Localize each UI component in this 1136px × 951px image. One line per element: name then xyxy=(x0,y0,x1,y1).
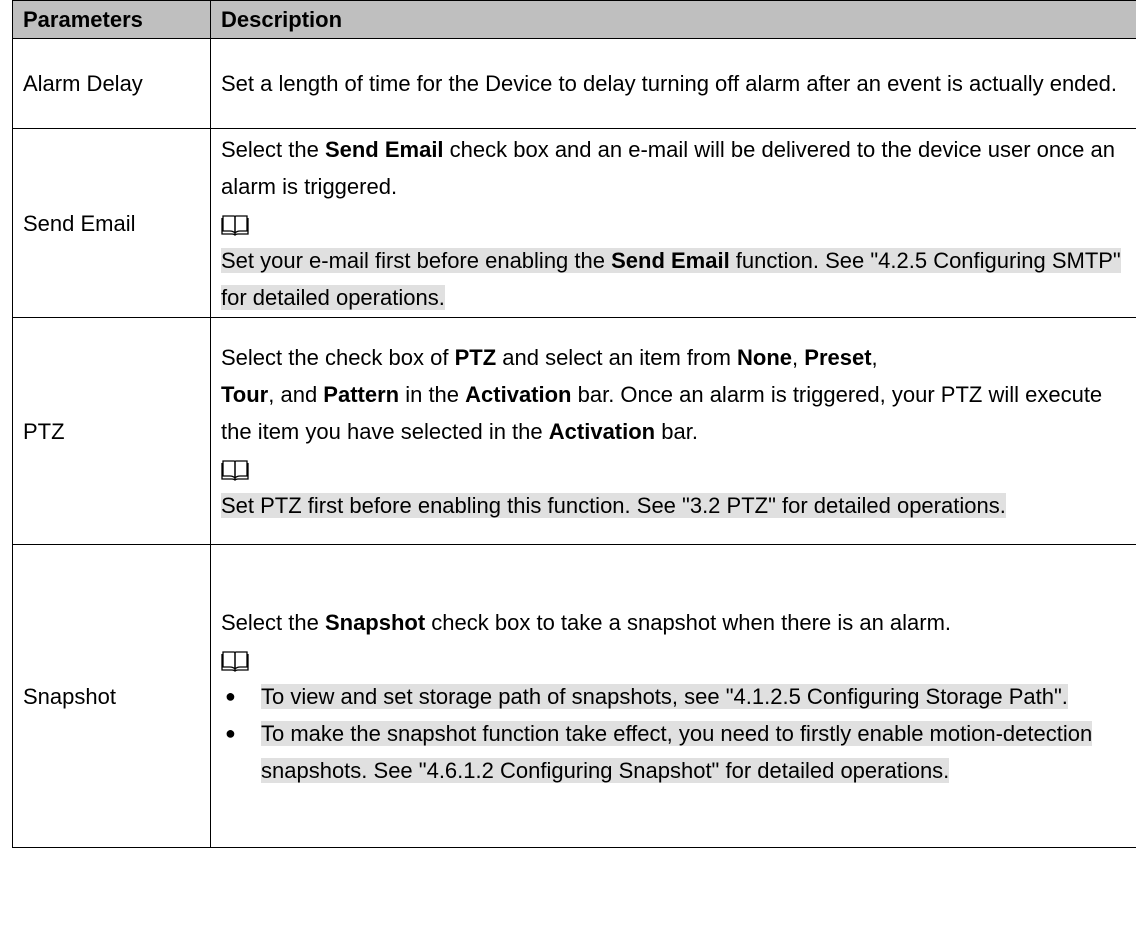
text-run: , xyxy=(792,344,805,370)
param-desc-snapshot: Select the Snapshot check box to take a … xyxy=(210,544,1136,848)
text-run: , xyxy=(871,344,878,370)
note-icon xyxy=(221,205,1134,242)
bold-term: Tour xyxy=(221,381,269,407)
bold-term: Snapshot xyxy=(324,609,426,635)
text-run: Select the xyxy=(221,136,325,162)
snapshot-description: Select the Snapshot check box to take a … xyxy=(221,604,1134,641)
bold-term: Send Email xyxy=(324,136,444,162)
bold-term: None xyxy=(737,344,793,370)
note-icon xyxy=(221,450,1134,487)
text-run: in the xyxy=(399,381,466,407)
note-text: To make the snapshot function take effec… xyxy=(261,720,1093,783)
param-name-snapshot: Snapshot xyxy=(12,544,211,848)
ptz-description: Select the check box of PTZ and select a… xyxy=(221,339,1134,450)
alarm-delay-text: Set a length of time for the Device to d… xyxy=(221,71,1117,96)
table-row-snapshot: Snapshot Select the Snapshot check box t… xyxy=(12,544,1136,848)
text-run: Set your e-mail first before enabling th… xyxy=(221,247,612,273)
text-run: Select the check box of xyxy=(221,344,455,370)
text-run: Select the xyxy=(221,609,325,635)
send-email-note: Set your e-mail first before enabling th… xyxy=(221,242,1134,316)
param-name-ptz: PTZ xyxy=(12,317,211,545)
send-email-description: Select the Send Email check box and an e… xyxy=(221,131,1134,205)
bold-term: Preset xyxy=(804,344,872,370)
param-desc-alarm-delay: Set a length of time for the Device to d… xyxy=(210,38,1136,129)
text-run: , and xyxy=(268,381,324,407)
note-text: To view and set storage path of snapshot… xyxy=(261,683,1068,709)
header-description: Description xyxy=(210,0,1136,39)
snapshot-note-list: ● To view and set storage path of snapsho… xyxy=(221,678,1134,789)
bold-term: Activation xyxy=(465,381,572,407)
note-icon xyxy=(221,641,1134,678)
note-text: Set your e-mail first before enabling th… xyxy=(221,247,1121,310)
bold-term: PTZ xyxy=(454,344,497,370)
param-name-send-email: Send Email xyxy=(12,128,211,318)
note-text: Set PTZ first before enabling this funct… xyxy=(221,492,1006,518)
table-row-alarm-delay: Alarm Delay Set a length of time for the… xyxy=(12,38,1136,129)
param-desc-ptz: Select the check box of PTZ and select a… xyxy=(210,317,1136,545)
bold-term: Send Email xyxy=(611,247,730,273)
list-item: ● To view and set storage path of snapsho… xyxy=(221,678,1134,715)
list-item: ● To make the snapshot function take effe… xyxy=(221,715,1134,789)
text-run: check box to take a snapshot when there … xyxy=(425,609,952,635)
bold-term: Pattern xyxy=(323,381,400,407)
bullet-icon: ● xyxy=(225,722,236,743)
param-desc-send-email: Select the Send Email check box and an e… xyxy=(210,128,1136,318)
bold-term: Activation xyxy=(548,418,656,444)
text-run: and select an item from xyxy=(496,344,738,370)
ptz-note: Set PTZ first before enabling this funct… xyxy=(221,487,1134,524)
text-run: bar. xyxy=(655,418,698,444)
table-header-row: Parameters Description xyxy=(12,0,1136,39)
param-name-alarm-delay: Alarm Delay xyxy=(12,38,211,129)
parameters-table: Parameters Description Alarm Delay Set a… xyxy=(12,0,1136,848)
bullet-icon: ● xyxy=(225,685,236,706)
header-parameters: Parameters xyxy=(12,0,211,39)
table-row-send-email: Send Email Select the Send Email check b… xyxy=(12,128,1136,318)
table-row-ptz: PTZ Select the check box of PTZ and sele… xyxy=(12,317,1136,545)
